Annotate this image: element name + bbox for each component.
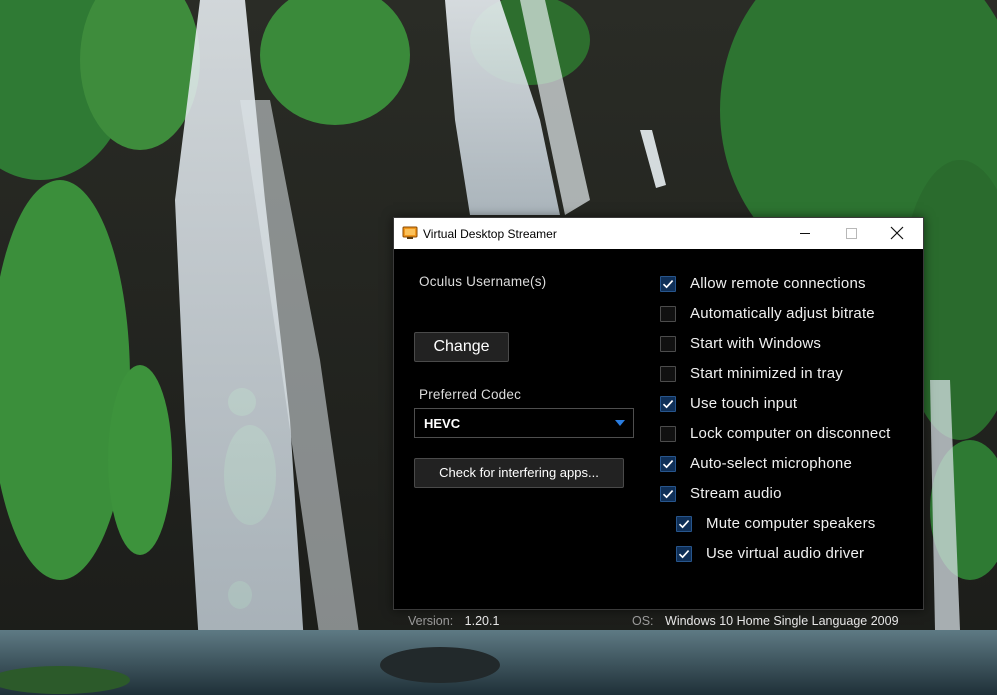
option-label: Allow remote connections xyxy=(690,275,866,292)
codec-select-value: HEVC xyxy=(424,416,461,431)
checkmark-icon xyxy=(662,280,674,289)
option-checkbox[interactable] xyxy=(660,426,676,442)
window-title: Virtual Desktop Streamer xyxy=(423,227,557,241)
codec-select[interactable]: HEVC xyxy=(414,408,634,438)
app-monitor-icon xyxy=(402,226,418,240)
option-label: Use touch input xyxy=(690,395,798,412)
checkmark-icon xyxy=(662,400,674,409)
option-checkbox[interactable] xyxy=(676,516,692,532)
option-label: Auto-select microphone xyxy=(690,455,852,472)
change-username-button[interactable]: Change xyxy=(414,332,509,362)
option-label: Mute computer speakers xyxy=(706,515,876,532)
checkmark-icon xyxy=(678,550,690,559)
title-bar[interactable]: Virtual Desktop Streamer xyxy=(394,218,923,249)
option-checkbox[interactable] xyxy=(660,486,676,502)
checkmark-icon xyxy=(662,460,674,469)
checkmark-icon xyxy=(662,490,674,499)
virtual-desktop-streamer-window: Virtual Desktop Streamer Oculus Username… xyxy=(393,217,924,628)
option-checkbox[interactable] xyxy=(660,396,676,412)
maximize-button[interactable] xyxy=(828,218,874,249)
os-value: Windows 10 Home Single Language 2009 xyxy=(665,614,899,628)
checkmark-icon xyxy=(678,520,690,529)
option-checkbox[interactable] xyxy=(660,336,676,352)
codec-label: Preferred Codec xyxy=(419,387,522,402)
option-label: Start with Windows xyxy=(690,335,822,352)
option-label: Automatically adjust bitrate xyxy=(690,305,875,322)
os-info: OS: Windows 10 Home Single Language 2009 xyxy=(632,614,899,628)
option-label: Lock computer on disconnect xyxy=(690,425,891,442)
minimize-button[interactable] xyxy=(782,218,828,249)
option-checkbox[interactable] xyxy=(676,546,692,562)
chevron-down-icon xyxy=(615,420,625,426)
option-label: Stream audio xyxy=(690,485,782,502)
option-checkbox[interactable] xyxy=(660,306,676,322)
close-button[interactable] xyxy=(874,218,920,249)
option-label: Use virtual audio driver xyxy=(706,545,865,562)
version-label: Version: xyxy=(408,614,454,628)
version-value: 1.20.1 xyxy=(464,614,500,628)
option-checkbox[interactable] xyxy=(660,276,676,292)
username-label: Oculus Username(s) xyxy=(419,274,547,289)
close-icon xyxy=(890,226,904,243)
os-label: OS: xyxy=(632,614,654,628)
maximize-icon xyxy=(846,228,857,239)
minimize-icon xyxy=(800,233,810,234)
option-label: Start minimized in tray xyxy=(690,365,843,382)
check-interfering-apps-button[interactable]: Check for interfering apps... xyxy=(414,458,624,488)
option-checkbox[interactable] xyxy=(660,456,676,472)
option-checkbox[interactable] xyxy=(660,366,676,382)
window-content: Oculus Username(s) Change Preferred Code… xyxy=(394,249,923,628)
version-info: Version: 1.20.1 xyxy=(408,614,499,628)
